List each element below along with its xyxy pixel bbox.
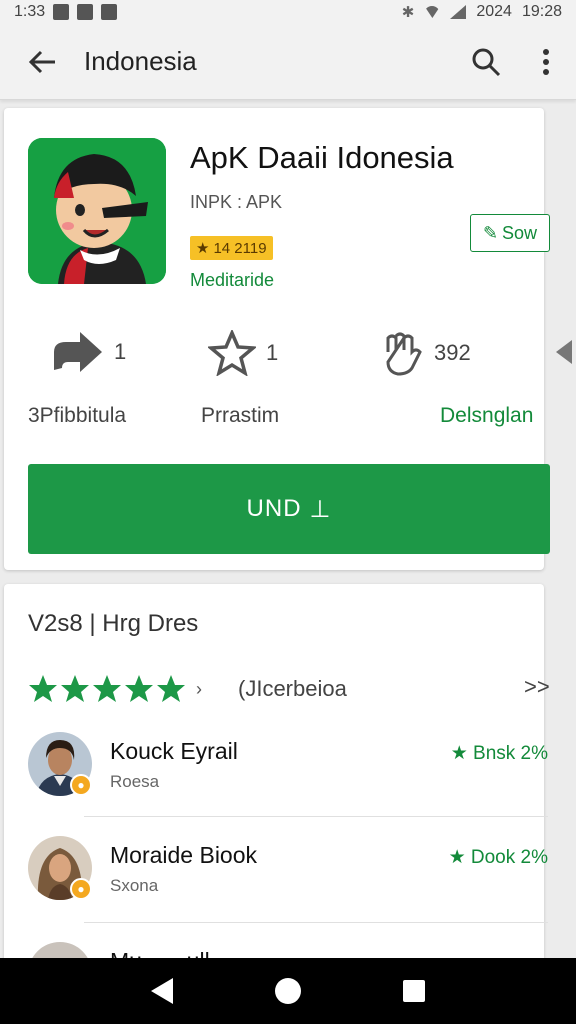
reviews-more-button[interactable]: >>	[524, 674, 550, 700]
app-detail-card: ApK Daaii Idonesia INPK : APK ★ 14 2119 …	[4, 108, 572, 570]
stat-label[interactable]: Delsnglan	[440, 404, 533, 428]
install-button[interactable]: UND ⊥	[28, 464, 550, 554]
review-item[interactable]: ● Kouck Eyrail Roesa ★ Bnsk 2%	[28, 732, 548, 836]
status-time-left: 1:33	[14, 3, 46, 20]
nav-home-icon[interactable]	[275, 978, 301, 1004]
stat-users: 392	[382, 330, 471, 376]
overflow-menu-button[interactable]	[516, 24, 576, 100]
app-icon	[28, 138, 166, 284]
search-button[interactable]	[456, 24, 516, 100]
arrow-back-icon	[28, 50, 55, 73]
follow-button[interactable]: ✎ Sow	[470, 214, 550, 252]
bluetooth-icon: ✱	[401, 4, 415, 21]
chevron-right-icon: ›	[196, 678, 202, 699]
hand-icon	[386, 332, 422, 376]
stat-rating: 1	[208, 330, 278, 376]
star-icon: ★	[448, 847, 466, 868]
status-signal-text: 2024	[476, 3, 512, 20]
toolbar: Indonesia	[0, 24, 576, 100]
rating-badge-text: 14 2119	[213, 239, 267, 257]
follow-button-label: Sow	[502, 222, 538, 243]
review-subtitle: Roesa	[110, 772, 160, 791]
review-author: Kouck Eyrail	[110, 738, 238, 764]
divider	[84, 922, 548, 923]
edit-icon: ✎	[482, 222, 499, 243]
nav-recents-icon[interactable]	[403, 980, 425, 1002]
install-button-label: UND	[246, 495, 302, 522]
rating-stars[interactable]: ›	[28, 674, 202, 704]
reviews-header: V2s8 | Hrg Dres	[28, 610, 199, 637]
star-icon	[61, 675, 89, 702]
stat-label: 3Pfibbitula	[28, 404, 127, 427]
wifi-icon	[424, 6, 441, 18]
star-icon	[29, 675, 57, 702]
review-subtitle: Sxona	[110, 876, 159, 895]
star-icon: ★	[196, 240, 210, 257]
back-button[interactable]	[0, 24, 84, 100]
status-time-right: 19:28	[521, 3, 562, 20]
rating-badge: ★ 14 2119	[190, 236, 273, 260]
notification-icon	[53, 4, 70, 20]
nav-back-icon[interactable]	[151, 978, 173, 1004]
star-icon	[125, 675, 153, 702]
review-score: ★ Dook 2%	[449, 846, 548, 869]
stat-label: Prrastim	[201, 404, 280, 427]
badge-icon: ●	[70, 878, 92, 900]
badge-icon: ●	[70, 774, 92, 796]
stat-value: 1	[266, 340, 279, 365]
stat-value: 1	[114, 339, 127, 364]
app-title: ApK Daaii Idonesia	[190, 140, 454, 175]
review-score-text: Dook 2%	[470, 847, 548, 868]
stat-value: 392	[434, 340, 471, 365]
divider	[84, 816, 548, 817]
review-score: ★ Bnsk 2%	[451, 742, 548, 765]
star-icon	[93, 675, 121, 702]
download-icon: ⊥	[309, 495, 332, 523]
signal-icon	[450, 5, 467, 19]
review-score-text: Bnsk 2%	[473, 743, 548, 764]
share-arrow-icon	[54, 332, 102, 372]
stat-downloads: 1	[52, 330, 126, 374]
notification-icon	[77, 4, 94, 20]
star-icon: ★	[450, 743, 468, 764]
reviews-subtitle: (JIcerbeioa	[238, 676, 347, 701]
star-icon	[157, 675, 185, 702]
star-outline-icon	[208, 330, 256, 376]
review-author: Moraide Biook	[110, 842, 258, 868]
review-item[interactable]: ● Moraide Biook Sxona ★ Dook 2%	[28, 836, 548, 940]
more-vert-icon	[543, 48, 549, 75]
notification-icon	[101, 4, 118, 20]
page-title: Indonesia	[84, 46, 197, 76]
app-category[interactable]: Meditaride	[190, 270, 274, 291]
status-bar: 1:33 ✱ 2024 19:28	[0, 0, 576, 24]
system-nav-bar	[0, 958, 576, 1024]
search-icon	[472, 48, 501, 76]
scroll-left-icon[interactable]	[556, 340, 572, 364]
app-developer[interactable]: INPK : APK	[190, 192, 282, 213]
